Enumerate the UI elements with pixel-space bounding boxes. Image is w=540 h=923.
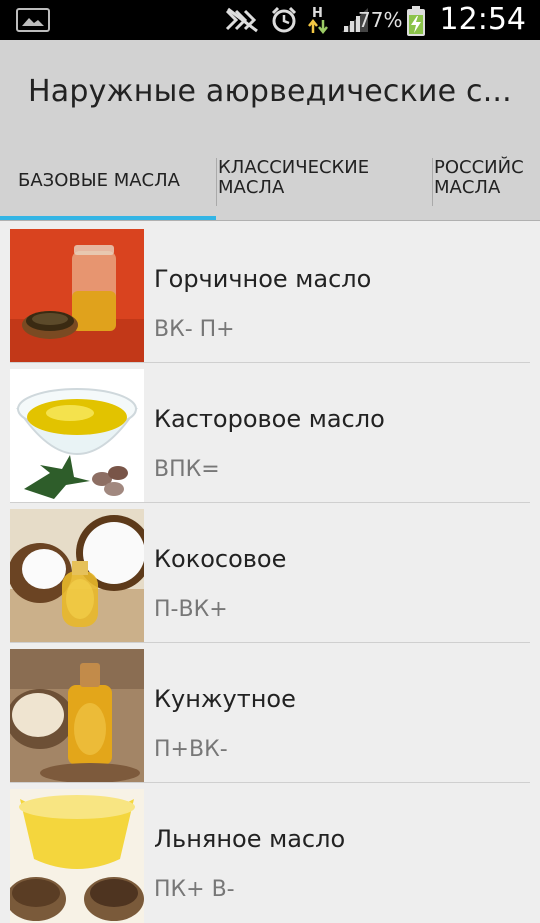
dosha-code: П+ВК- bbox=[154, 737, 228, 762]
action-bar: Наружные аюрведические с... bbox=[0, 40, 540, 144]
sesame-oil-image bbox=[10, 649, 144, 783]
dosha-code: ВПК= bbox=[154, 457, 220, 482]
mustard-oil-image bbox=[10, 229, 144, 363]
gallery-icon bbox=[16, 8, 50, 32]
status-bar: H 77% 12:54 bbox=[0, 0, 540, 40]
coconut-oil-image bbox=[10, 509, 144, 643]
oil-name: Льняное масло bbox=[154, 825, 346, 853]
list-item[interactable]: Льняное масло ПК+ В- bbox=[0, 781, 540, 923]
battery-percent: 77% bbox=[358, 8, 403, 32]
list-item[interactable]: Касторовое масло ВПК= bbox=[0, 361, 540, 503]
svg-text:H: H bbox=[312, 6, 323, 21]
tab-label: КЛАССИЧЕСКИЕ МАСЛА bbox=[218, 157, 370, 198]
oil-name: Кокосовое bbox=[154, 545, 287, 573]
tab-label: РОССИЙС МАСЛА bbox=[434, 157, 524, 198]
alarm-icon bbox=[271, 6, 297, 33]
page-title: Наружные аюрведические с... bbox=[28, 74, 512, 109]
dosha-code: П-ВК+ bbox=[154, 597, 228, 622]
tab-russian-oils[interactable]: РОССИЙС МАСЛА bbox=[432, 144, 540, 220]
flaxseed-oil-image bbox=[10, 789, 144, 923]
oil-name: Кунжутное bbox=[154, 685, 296, 713]
tab-selected-indicator bbox=[0, 216, 216, 220]
tab-classic-oils[interactable]: КЛАССИЧЕСКИЕ МАСЛА bbox=[216, 144, 432, 220]
oil-name: Горчичное масло bbox=[154, 265, 372, 293]
list-item[interactable]: Горчичное масло ВК- П+ bbox=[0, 221, 540, 363]
battery-charging-icon bbox=[407, 6, 425, 36]
list-item[interactable]: Кунжутное П+ВК- bbox=[0, 641, 540, 783]
clock: 12:54 bbox=[439, 2, 526, 37]
dosha-code: ПК+ В- bbox=[154, 877, 235, 902]
tab-bar: БАЗОВЫЕ МАСЛА КЛАССИЧЕСКИЕ МАСЛА РОССИЙС… bbox=[0, 144, 540, 221]
oil-name: Касторовое масло bbox=[154, 405, 385, 433]
mute-icon bbox=[225, 7, 258, 33]
tab-base-oils[interactable]: БАЗОВЫЕ МАСЛА bbox=[0, 144, 216, 220]
data-arrows-icon: H bbox=[308, 6, 328, 35]
tab-label: БАЗОВЫЕ МАСЛА bbox=[18, 170, 180, 191]
castor-oil-image bbox=[10, 369, 144, 503]
dosha-code: ВК- П+ bbox=[154, 317, 235, 342]
list-item[interactable]: Кокосовое П-ВК+ bbox=[0, 501, 540, 643]
